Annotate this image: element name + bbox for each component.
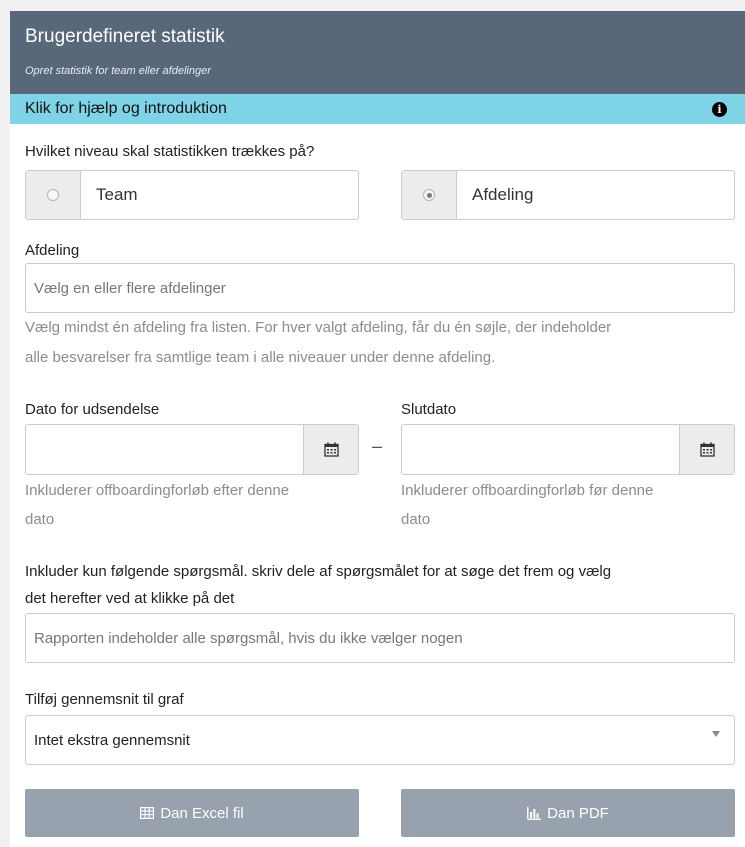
radio-addon	[26, 171, 81, 219]
panel-header: Brugerdefineret statistik Opret statisti…	[10, 11, 745, 94]
help-label: Klik for hjælp og introduktion	[25, 100, 227, 117]
department-placeholder: Vælg en eller flere afdelinger	[34, 279, 226, 297]
level-question-label: Hvilket niveau skal statistikken trækkes…	[25, 143, 315, 160]
start-date-label: Dato for udsendelse	[25, 401, 160, 418]
end-date-group	[401, 424, 735, 475]
calendar-icon	[699, 442, 715, 457]
start-date-picker-button[interactable]	[303, 425, 358, 474]
date-range-separator: –	[372, 436, 383, 456]
department-select-input[interactable]: Vælg en eller flere afdelinger	[25, 263, 735, 313]
help-bar[interactable]: Klik for hjælp og introduktion i	[10, 94, 745, 124]
start-date-hint-line2: dato	[25, 511, 55, 528]
page-title: Brugerdefineret statistik	[25, 26, 225, 47]
radio-addon	[402, 171, 457, 219]
info-icon: i	[712, 101, 727, 117]
radio-option-team[interactable]: Team	[25, 170, 359, 220]
department-hint-line2: alle besvarelser fra samtlige team i all…	[25, 349, 496, 366]
pdf-button-label: Dan PDF	[547, 804, 609, 822]
excel-button-label: Dan Excel fil	[160, 804, 244, 822]
start-date-input[interactable]	[26, 425, 303, 474]
end-date-hint-line1: Inkluderer offboardingforløb før denne	[401, 482, 654, 499]
department-label: Afdeling	[25, 242, 80, 259]
custom-statistics-panel: Brugerdefineret statistik Opret statisti…	[10, 11, 745, 847]
chevron-down-icon	[712, 731, 720, 737]
radio-team-label: Team	[96, 185, 138, 204]
questions-placeholder: Rapporten indeholder alle spørgsmål, hvi…	[34, 629, 463, 647]
end-date-input[interactable]	[402, 425, 679, 474]
pdf-export-button[interactable]: Dan PDF	[401, 789, 735, 837]
end-date-label: Slutdato	[401, 401, 457, 418]
end-date-picker-button[interactable]	[679, 425, 734, 474]
table-icon	[140, 807, 155, 819]
questions-label-line1: Inkluder kun følgende spørgsmål. skriv d…	[25, 563, 612, 580]
bar-chart-icon	[527, 806, 542, 820]
radio-afdeling-label: Afdeling	[472, 185, 534, 204]
questions-search-input[interactable]: Rapporten indeholder alle spørgsmål, hvi…	[25, 613, 735, 663]
calendar-icon	[323, 442, 339, 457]
average-selected-value: Intet ekstra gennemsnit	[34, 731, 190, 749]
radio-afdeling[interactable]	[423, 189, 435, 201]
radio-team[interactable]	[47, 189, 59, 201]
average-label: Tilføj gennemsnit til graf	[25, 691, 184, 708]
end-date-hint-line2: dato	[401, 511, 431, 528]
department-hint-line1: Vælg mindst én afdeling fra listen. For …	[25, 319, 612, 336]
excel-export-button[interactable]: Dan Excel fil	[25, 789, 359, 837]
average-select[interactable]: Intet ekstra gennemsnit	[25, 715, 735, 765]
questions-label-line2: det herefter ved at klikke på det	[25, 590, 235, 607]
start-date-hint-line1: Inkluderer offboardingforløb efter denne	[25, 482, 290, 499]
radio-option-afdeling[interactable]: Afdeling	[401, 170, 735, 220]
page-subtitle: Opret statistik for team eller afdelinge…	[25, 65, 211, 77]
start-date-group	[25, 424, 359, 475]
